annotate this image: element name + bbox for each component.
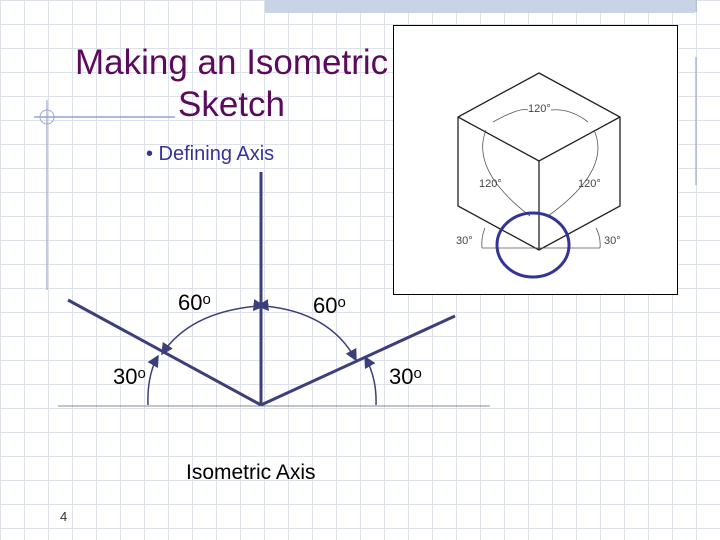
figure-label-120-left: 120° xyxy=(479,178,502,190)
slide: Making an Isometric Sketch • Defining Ax… xyxy=(0,0,720,540)
figure-label-30-left: 30° xyxy=(456,235,473,247)
figure-label-30-right: 30° xyxy=(604,235,621,247)
cube-lines xyxy=(457,72,621,279)
highlight-circle xyxy=(495,211,571,279)
figure-label-120-top: 120° xyxy=(528,103,551,115)
figure-label-120-right: 120° xyxy=(578,178,601,190)
